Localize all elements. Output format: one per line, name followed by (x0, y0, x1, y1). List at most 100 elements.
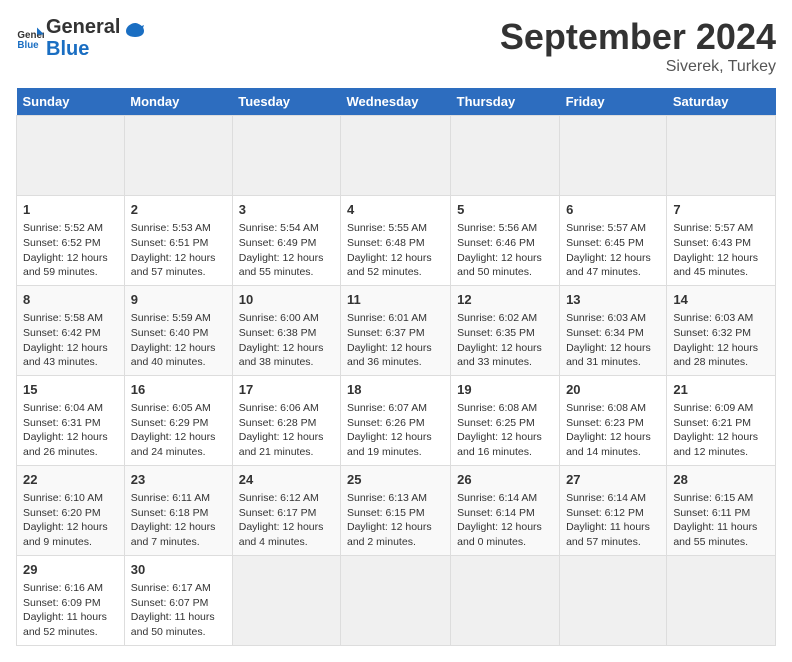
sunset-text: Sunset: 6:18 PM (131, 506, 226, 521)
sunset-text: Sunset: 6:14 PM (457, 506, 553, 521)
daylight-label: Daylight: 12 hours and 24 minutes. (131, 430, 226, 459)
sunrise-text: Sunrise: 5:57 AM (566, 221, 660, 236)
daylight-label: Daylight: 12 hours and 21 minutes. (239, 430, 334, 459)
day-number: 5 (457, 201, 553, 219)
calendar-table: SundayMondayTuesdayWednesdayThursdayFrid… (16, 88, 776, 646)
sunrise-text: Sunrise: 5:54 AM (239, 221, 334, 236)
day-number: 18 (347, 381, 444, 399)
sunrise-text: Sunrise: 6:11 AM (131, 491, 226, 506)
calendar-cell (451, 555, 560, 645)
calendar-cell (340, 116, 450, 196)
calendar-cell: 22Sunrise: 6:10 AMSunset: 6:20 PMDayligh… (17, 465, 125, 555)
month-title: September 2024 (500, 16, 776, 58)
daylight-label: Daylight: 12 hours and 2 minutes. (347, 520, 444, 549)
calendar-week-row: 29Sunrise: 6:16 AMSunset: 6:09 PMDayligh… (17, 555, 776, 645)
sunset-text: Sunset: 6:15 PM (347, 506, 444, 521)
calendar-cell: 11Sunrise: 6:01 AMSunset: 6:37 PMDayligh… (340, 285, 450, 375)
calendar-week-row: 22Sunrise: 6:10 AMSunset: 6:20 PMDayligh… (17, 465, 776, 555)
svg-text:Blue: Blue (17, 40, 39, 51)
sunrise-text: Sunrise: 5:53 AM (131, 221, 226, 236)
daylight-label: Daylight: 11 hours and 50 minutes. (131, 610, 226, 639)
sunrise-text: Sunrise: 6:05 AM (131, 401, 226, 416)
sunrise-text: Sunrise: 6:09 AM (673, 401, 769, 416)
daylight-label: Daylight: 12 hours and 36 minutes. (347, 341, 444, 370)
calendar-cell: 1Sunrise: 5:52 AMSunset: 6:52 PMDaylight… (17, 196, 125, 286)
sunrise-text: Sunrise: 5:52 AM (23, 221, 118, 236)
calendar-cell: 4Sunrise: 5:55 AMSunset: 6:48 PMDaylight… (340, 196, 450, 286)
calendar-cell: 23Sunrise: 6:11 AMSunset: 6:18 PMDayligh… (124, 465, 232, 555)
sunset-text: Sunset: 6:29 PM (131, 416, 226, 431)
day-number: 4 (347, 201, 444, 219)
day-number: 7 (673, 201, 769, 219)
location: Siverek, Turkey (500, 58, 776, 76)
sunrise-text: Sunrise: 6:02 AM (457, 311, 553, 326)
day-number: 24 (239, 471, 334, 489)
sunset-text: Sunset: 6:52 PM (23, 236, 118, 251)
sunset-text: Sunset: 6:45 PM (566, 236, 660, 251)
calendar-cell: 9Sunrise: 5:59 AMSunset: 6:40 PMDaylight… (124, 285, 232, 375)
day-number: 27 (566, 471, 660, 489)
sunrise-text: Sunrise: 6:03 AM (566, 311, 660, 326)
day-header-sunday: Sunday (17, 88, 125, 116)
sunrise-text: Sunrise: 6:07 AM (347, 401, 444, 416)
calendar-cell: 12Sunrise: 6:02 AMSunset: 6:35 PMDayligh… (451, 285, 560, 375)
calendar-cell: 14Sunrise: 6:03 AMSunset: 6:32 PMDayligh… (667, 285, 776, 375)
calendar-cell: 29Sunrise: 6:16 AMSunset: 6:09 PMDayligh… (17, 555, 125, 645)
sunset-text: Sunset: 6:48 PM (347, 236, 444, 251)
sunrise-text: Sunrise: 6:08 AM (457, 401, 553, 416)
daylight-label: Daylight: 12 hours and 26 minutes. (23, 430, 118, 459)
daylight-label: Daylight: 11 hours and 57 minutes. (566, 520, 660, 549)
sunset-text: Sunset: 6:42 PM (23, 326, 118, 341)
logo-icon: General Blue (16, 24, 44, 52)
sunset-text: Sunset: 6:12 PM (566, 506, 660, 521)
sunrise-text: Sunrise: 5:55 AM (347, 221, 444, 236)
day-number: 12 (457, 291, 553, 309)
calendar-cell: 21Sunrise: 6:09 AMSunset: 6:21 PMDayligh… (667, 375, 776, 465)
sunset-text: Sunset: 6:49 PM (239, 236, 334, 251)
daylight-label: Daylight: 11 hours and 55 minutes. (673, 520, 769, 549)
sunrise-text: Sunrise: 6:14 AM (566, 491, 660, 506)
logo-blue: Blue (46, 38, 120, 60)
daylight-label: Daylight: 12 hours and 28 minutes. (673, 341, 769, 370)
calendar-cell: 28Sunrise: 6:15 AMSunset: 6:11 PMDayligh… (667, 465, 776, 555)
day-header-friday: Friday (560, 88, 667, 116)
day-number: 13 (566, 291, 660, 309)
sunrise-text: Sunrise: 6:12 AM (239, 491, 334, 506)
calendar-cell: 24Sunrise: 6:12 AMSunset: 6:17 PMDayligh… (232, 465, 340, 555)
day-number: 28 (673, 471, 769, 489)
calendar-cell (560, 555, 667, 645)
day-header-monday: Monday (124, 88, 232, 116)
calendar-week-row: 8Sunrise: 5:58 AMSunset: 6:42 PMDaylight… (17, 285, 776, 375)
sunset-text: Sunset: 6:43 PM (673, 236, 769, 251)
calendar-cell: 25Sunrise: 6:13 AMSunset: 6:15 PMDayligh… (340, 465, 450, 555)
daylight-label: Daylight: 12 hours and 33 minutes. (457, 341, 553, 370)
sunset-text: Sunset: 6:46 PM (457, 236, 553, 251)
sunset-text: Sunset: 6:38 PM (239, 326, 334, 341)
sunrise-text: Sunrise: 6:13 AM (347, 491, 444, 506)
day-header-thursday: Thursday (451, 88, 560, 116)
calendar-cell: 26Sunrise: 6:14 AMSunset: 6:14 PMDayligh… (451, 465, 560, 555)
sunset-text: Sunset: 6:25 PM (457, 416, 553, 431)
daylight-label: Daylight: 12 hours and 47 minutes. (566, 251, 660, 280)
page-header: General Blue General Blue September 2024… (16, 16, 776, 76)
daylight-label: Daylight: 12 hours and 55 minutes. (239, 251, 334, 280)
calendar-cell: 17Sunrise: 6:06 AMSunset: 6:28 PMDayligh… (232, 375, 340, 465)
daylight-label: Daylight: 12 hours and 0 minutes. (457, 520, 553, 549)
title-block: September 2024 Siverek, Turkey (500, 16, 776, 76)
calendar-cell: 20Sunrise: 6:08 AMSunset: 6:23 PMDayligh… (560, 375, 667, 465)
sunset-text: Sunset: 6:23 PM (566, 416, 660, 431)
sunrise-text: Sunrise: 6:03 AM (673, 311, 769, 326)
logo-general: General (46, 16, 120, 38)
day-number: 19 (457, 381, 553, 399)
day-number: 15 (23, 381, 118, 399)
sunrise-text: Sunrise: 6:10 AM (23, 491, 118, 506)
day-number: 10 (239, 291, 334, 309)
calendar-cell: 18Sunrise: 6:07 AMSunset: 6:26 PMDayligh… (340, 375, 450, 465)
sunset-text: Sunset: 6:51 PM (131, 236, 226, 251)
sunset-text: Sunset: 6:11 PM (673, 506, 769, 521)
daylight-label: Daylight: 12 hours and 9 minutes. (23, 520, 118, 549)
calendar-cell: 8Sunrise: 5:58 AMSunset: 6:42 PMDaylight… (17, 285, 125, 375)
day-header-saturday: Saturday (667, 88, 776, 116)
sunrise-text: Sunrise: 6:06 AM (239, 401, 334, 416)
daylight-label: Daylight: 12 hours and 38 minutes. (239, 341, 334, 370)
